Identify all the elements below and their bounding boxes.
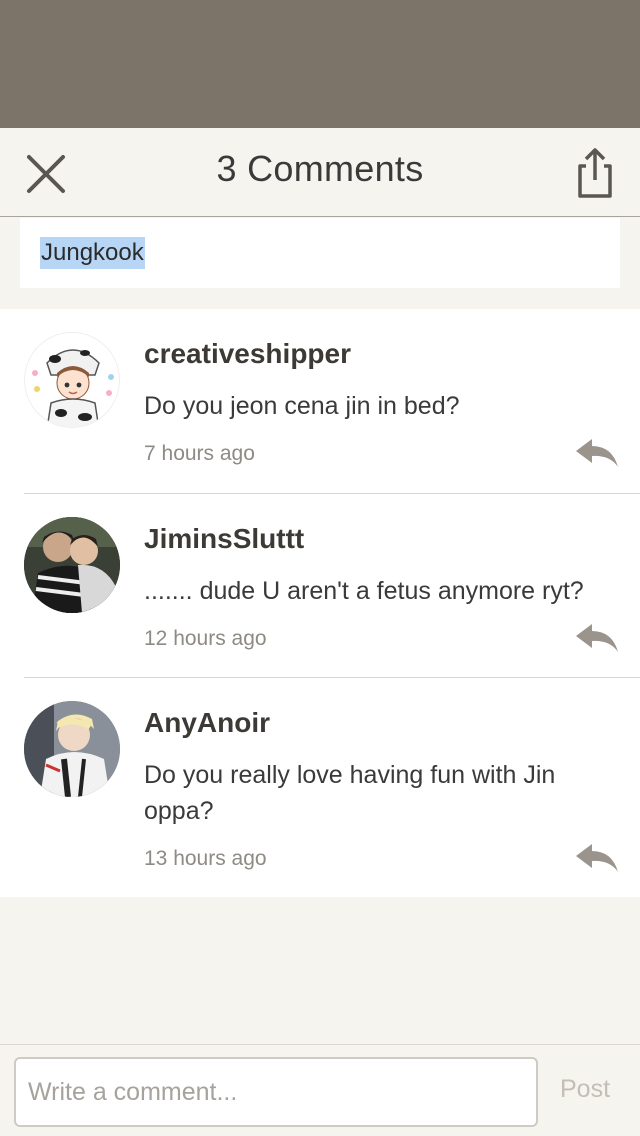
comment-username[interactable]: creativeshipper xyxy=(144,338,351,370)
comment-timestamp: 12 hours ago xyxy=(144,627,267,650)
avatar[interactable] xyxy=(24,332,120,428)
comment-timestamp: 13 hours ago xyxy=(144,847,267,870)
comment-text: ....... dude U aren't a fetus anymore ry… xyxy=(144,577,584,605)
reply-icon xyxy=(576,439,618,467)
comment-input[interactable] xyxy=(14,1057,538,1127)
top-backdrop xyxy=(0,0,640,128)
page-title: 3 Comments xyxy=(216,148,424,189)
comment-item: AnyAnoir Do you really love having fun w… xyxy=(0,678,640,897)
comment-list: creativeshipper Do you jeon cena jin in … xyxy=(0,309,640,897)
avatar-photo-icon xyxy=(24,701,120,797)
share-button[interactable] xyxy=(570,144,618,200)
avatar[interactable] xyxy=(24,517,120,613)
reply-icon xyxy=(576,624,618,652)
avatar-cartoon-icon xyxy=(25,333,119,427)
comment-text: Do you really love having fun with Jin o… xyxy=(144,761,556,825)
reply-button[interactable] xyxy=(574,842,620,876)
avatar[interactable] xyxy=(24,701,120,797)
reply-button[interactable] xyxy=(574,437,620,471)
comment-composer: Post xyxy=(0,1044,640,1136)
share-icon xyxy=(578,148,612,198)
reply-icon xyxy=(576,844,618,872)
comment-timestamp: 7 hours ago xyxy=(144,442,255,465)
reply-button[interactable] xyxy=(574,622,620,656)
comment-text: Do you jeon cena jin in bed? xyxy=(144,392,460,420)
avatar-photo-icon xyxy=(24,517,120,613)
post-button[interactable]: Post xyxy=(560,1075,610,1104)
comments-header: 3 Comments xyxy=(0,128,640,217)
post-text[interactable]: Jungkook xyxy=(40,237,145,269)
comment-item: creativeshipper Do you jeon cena jin in … xyxy=(0,309,640,493)
comment-item: JiminsSluttt ....... dude U aren't a fet… xyxy=(0,494,640,677)
post-preview: Jungkook xyxy=(20,218,620,288)
comment-username[interactable]: JiminsSluttt xyxy=(144,523,304,555)
comment-username[interactable]: AnyAnoir xyxy=(144,707,270,739)
